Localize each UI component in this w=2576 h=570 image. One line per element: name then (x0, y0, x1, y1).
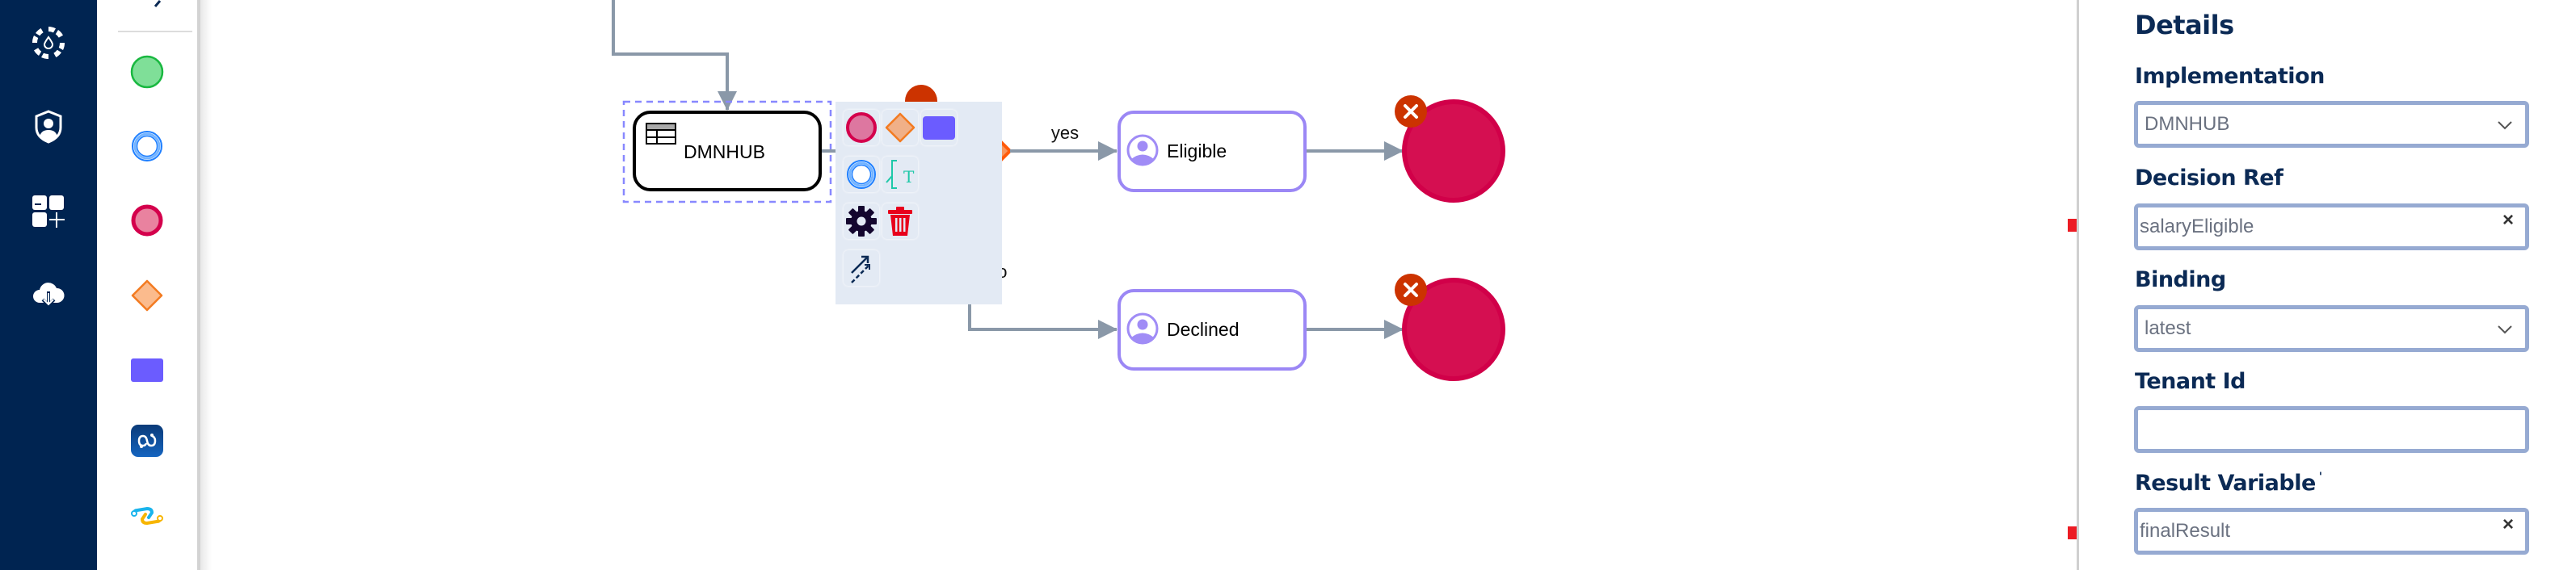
context-pad: T (836, 102, 1002, 304)
result-variable-label: Result Variable ' (2135, 471, 2322, 496)
chevron-down-icon (2498, 121, 2512, 130)
blue-ring-icon (847, 160, 876, 189)
append-intermediate-event-button[interactable] (844, 157, 879, 192)
append-end-event-button[interactable] (844, 110, 879, 145)
tenant-id-input[interactable] (2134, 406, 2529, 453)
user-task-eligible[interactable]: Eligible (1118, 111, 1307, 192)
binding-select[interactable]: latest (2134, 305, 2529, 352)
trash-icon (888, 207, 912, 236)
clear-icon[interactable]: × (2502, 209, 2514, 232)
error-badge (1395, 274, 1427, 306)
connect-button[interactable] (844, 250, 879, 286)
sequence-flow-yes[interactable]: yes (1010, 123, 1118, 161)
user-icon (1126, 312, 1159, 345)
red-circle-icon (846, 112, 877, 143)
text-annotation-icon: T (886, 160, 915, 189)
connect-arrows-icon (851, 255, 870, 283)
panel-title: Details (2135, 10, 2234, 40)
decision-ref-value: salaryEligible (2140, 216, 2254, 237)
decision-ref-input[interactable]: salaryEligible × (2134, 203, 2529, 250)
result-variable-label-text: Result Variable (2135, 471, 2316, 496)
svg-text:T: T (903, 167, 915, 187)
chevron-down-icon (2498, 325, 2512, 334)
sequence-flow-incoming[interactable] (612, 0, 737, 111)
bpmn-canvas[interactable]: DMNHUB yes no Eligible (212, 0, 2077, 570)
append-gateway-button[interactable] (882, 110, 918, 145)
task-dmnhub[interactable]: DMNHUB (622, 100, 832, 203)
gear-icon (846, 206, 877, 237)
details-panel: Details Implementation DMNHUB Decision R… (2077, 0, 2576, 570)
implementation-select[interactable]: DMNHUB (2134, 101, 2529, 148)
end-event-declined[interactable] (1395, 274, 1505, 381)
result-variable-input[interactable]: finalResult × (2134, 508, 2529, 555)
clear-icon[interactable]: × (2502, 513, 2514, 536)
decision-ref-label: Decision Ref (2135, 166, 2283, 191)
binding-value: latest (2145, 317, 2191, 339)
task-label: Eligible (1167, 140, 1227, 161)
decision-table-icon (646, 123, 676, 145)
append-task-button[interactable] (921, 110, 957, 145)
task-label: Declined (1167, 319, 1240, 340)
flow-label-yes: yes (1051, 123, 1079, 143)
delete-button[interactable] (882, 203, 918, 239)
binding-label: Binding (2135, 267, 2226, 292)
task-label: DMNHUB (684, 141, 765, 162)
change-type-button[interactable] (844, 203, 879, 239)
append-text-annotation-button[interactable]: T (882, 157, 918, 192)
tenant-id-label: Tenant Id (2135, 369, 2246, 394)
orange-diamond-icon (885, 112, 915, 143)
user-task-declined[interactable]: Declined (1118, 289, 1307, 371)
end-event-eligible[interactable] (1395, 95, 1505, 203)
result-variable-value: finalResult (2140, 520, 2231, 542)
user-icon (1126, 134, 1159, 166)
implementation-value: DMNHUB (2145, 113, 2230, 135)
truncated-mark: ' (2318, 471, 2322, 484)
purple-rect-icon (923, 116, 955, 140)
implementation-label: Implementation (2135, 64, 2325, 89)
error-badge (1395, 95, 1427, 128)
